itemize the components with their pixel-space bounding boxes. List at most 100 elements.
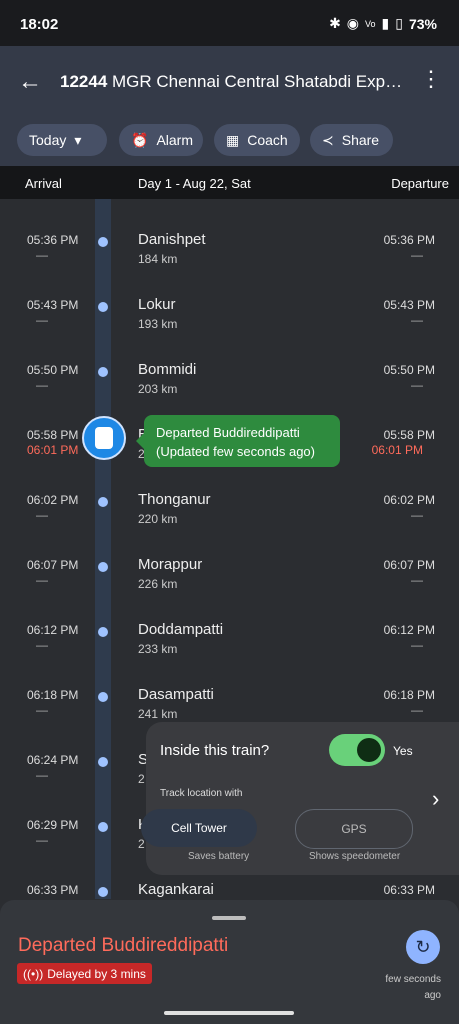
arrival-time: 05:50 PM <box>27 363 79 377</box>
broadcast-icon: ((•)) <box>23 966 44 981</box>
departure-time: 06:07 PM <box>383 558 435 572</box>
bubble-line1: Departed Buddireddipatti <box>156 425 300 440</box>
battery-percent: 73% <box>408 15 437 32</box>
arrival-time: 06:12 PM <box>27 623 79 637</box>
train-position-marker <box>82 416 126 460</box>
station-name: Kagankarai <box>138 881 214 898</box>
chevron-right-icon[interactable]: › <box>432 786 439 812</box>
cell-tower-button[interactable]: Cell Tower <box>141 809 257 847</box>
bubble-line2: (Updated few seconds ago) <box>156 444 315 459</box>
delay-badge: ((•)) Delayed by 3 mins <box>17 963 152 984</box>
departure-time: 06:12 PM <box>383 623 435 637</box>
gps-button[interactable]: GPS <box>295 809 413 849</box>
day-header: Day 1 - Aug 22, Sat <box>138 176 251 191</box>
departure-time: 05:43 PM <box>383 298 435 312</box>
inside-train-card: Inside this train? Yes Track location wi… <box>141 722 459 875</box>
refresh-icon[interactable]: ↻ <box>406 930 440 964</box>
alarm-chip[interactable]: ⏰ Alarm <box>119 124 203 156</box>
arrival-time: 06:07 PM <box>27 558 79 572</box>
departure-actual: — <box>411 248 423 262</box>
app-bar: ← 12244 MGR Chennai Central Shatabdi Exp… <box>0 46 459 166</box>
station-name: Lokur <box>138 296 176 313</box>
departure-actual: — <box>411 638 423 652</box>
station-dot <box>98 692 108 702</box>
departure-actual: — <box>411 313 423 327</box>
dropdown-arrow-icon: ▾ <box>74 131 82 148</box>
cell-tower-subtitle: Saves battery <box>188 851 250 862</box>
departure-actual: — <box>411 573 423 587</box>
departure-actual: 06:01 PM <box>371 443 423 457</box>
arrival-time: 06:24 PM <box>27 753 79 767</box>
arrival-actual: — <box>36 248 48 262</box>
track-location-label: Track location with <box>160 788 243 799</box>
date-dropdown-chip[interactable]: Today ▾ <box>17 124 107 156</box>
status-bar: 18:02 ✱ ◉ Vo ▮ ▯ 73% <box>0 0 459 46</box>
overflow-menu-icon[interactable]: ⋮ <box>420 66 442 92</box>
inside-train-toggle[interactable] <box>329 734 385 766</box>
arrival-time: 05:43 PM <box>27 298 79 312</box>
alarm-clock-icon: ⏰ <box>131 131 149 148</box>
arrival-time: 05:36 PM <box>27 233 79 247</box>
arrival-actual: 06:01 PM <box>27 443 79 457</box>
departure-actual: — <box>411 508 423 522</box>
drag-handle[interactable] <box>212 916 246 920</box>
share-icon: ≺ <box>322 131 334 148</box>
arrival-actual: — <box>36 638 48 652</box>
bottom-sheet[interactable]: Departed Buddireddipatti ((•)) Delayed b… <box>0 900 459 1024</box>
station-name: Morappur <box>138 556 203 573</box>
status-icons: ✱ ◉ Vo ▮ ▯ 73% <box>329 15 437 32</box>
list-header: Arrival Day 1 - Aug 22, Sat Departure <box>0 166 459 199</box>
station-row[interactable]: 05:43 PM —05:43 PM — Lokur 193 km <box>0 264 459 331</box>
signal-icon: ▮ <box>381 15 390 31</box>
arrival-time: 06:18 PM <box>27 688 79 702</box>
station-row[interactable]: 06:12 PM —06:12 PM — Doddampatti 233 km <box>0 589 459 656</box>
updated-time: few seconds ago <box>371 972 441 1004</box>
station-dot <box>98 887 108 897</box>
departure-time: 05:58 PM <box>383 428 435 442</box>
arrival-header: Arrival <box>25 176 62 191</box>
train-name: MGR Chennai Central Shatabdi Express... <box>112 72 405 91</box>
station-name: Dasampatti <box>138 686 214 703</box>
departure-time: 05:50 PM <box>383 363 435 377</box>
arrival-actual: — <box>36 573 48 587</box>
share-chip-label: Share <box>341 132 380 148</box>
arrival-actual: — <box>36 378 48 392</box>
toggle-knob <box>357 738 381 762</box>
updated-line2: ago <box>424 990 441 1001</box>
station-dot <box>98 822 108 832</box>
share-chip[interactable]: ≺ Share <box>310 124 393 156</box>
toggle-label: Yes <box>393 744 413 758</box>
date-chip-label: Today <box>29 132 67 148</box>
arrival-actual: — <box>36 703 48 717</box>
station-row[interactable]: 05:50 PM —05:50 PM — Bommidi 203 km <box>0 329 459 396</box>
delay-badge-label: Delayed by 3 mins <box>47 966 146 981</box>
station-row[interactable]: 06:18 PM —06:18 PM — Dasampatti 241 km <box>0 654 459 721</box>
station-row[interactable]: 06:02 PM —06:02 PM — Thonganur 220 km <box>0 459 459 526</box>
inside-train-question: Inside this train? <box>160 742 270 759</box>
gesture-nav-bar[interactable] <box>164 1011 294 1015</box>
updated-line1: few seconds <box>385 974 441 985</box>
departure-time: 06:02 PM <box>383 493 435 507</box>
station-dot <box>98 497 108 507</box>
volte-icon: Vo <box>365 18 376 29</box>
station-dot <box>98 302 108 312</box>
alarm-chip-label: Alarm <box>156 132 193 148</box>
station-name: Thonganur <box>138 491 211 508</box>
station-name: Bommidi <box>138 361 197 378</box>
location-icon: ◉ <box>346 15 360 31</box>
station-dot <box>98 367 108 377</box>
coach-chip[interactable]: ▦ Coach <box>214 124 300 156</box>
departure-actual: — <box>411 378 423 392</box>
station-row[interactable]: 06:07 PM —06:07 PM — Morappur 226 km <box>0 524 459 591</box>
station-dot <box>98 562 108 572</box>
station-dot <box>98 237 108 247</box>
departure-time: 06:33 PM <box>383 883 435 897</box>
back-arrow-icon[interactable]: ← <box>18 68 42 96</box>
station-name: Danishpet <box>138 231 206 248</box>
arrival-time: 06:02 PM <box>27 493 79 507</box>
station-row[interactable]: 05:36 PM —05:36 PM — Danishpet 184 km <box>0 199 459 266</box>
station-name: Doddampatti <box>138 621 224 638</box>
train-title: 12244 MGR Chennai Central Shatabdi Expre… <box>60 72 405 92</box>
station-dot <box>98 627 108 637</box>
departure-header: Departure <box>391 176 449 191</box>
